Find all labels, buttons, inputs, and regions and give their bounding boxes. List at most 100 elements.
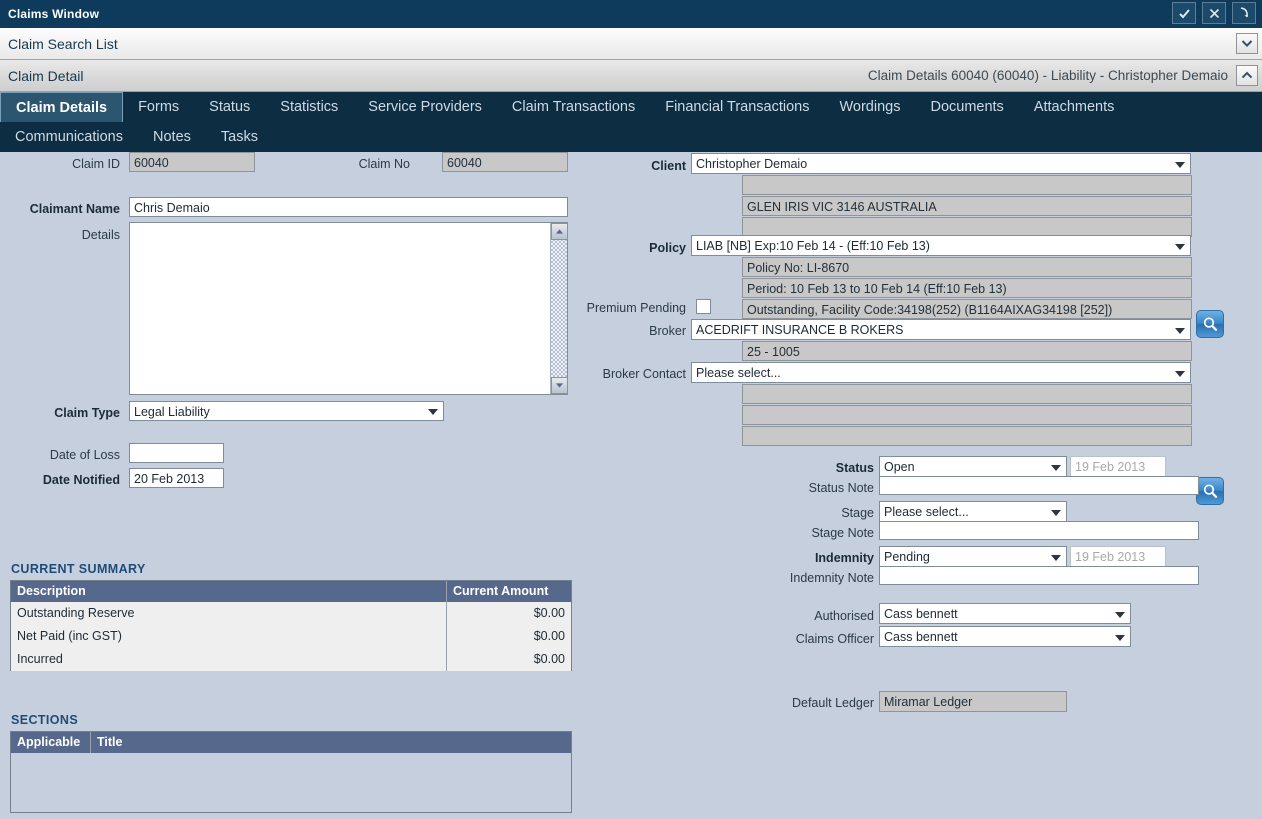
details-scrollbar[interactable]: [550, 223, 568, 394]
tab-communications[interactable]: Communications: [0, 122, 138, 152]
date-of-loss-field[interactable]: [129, 443, 224, 463]
tab-label: Claim Transactions: [511, 99, 636, 115]
claim-type-label: Claim Type: [54, 406, 120, 420]
current-summary-grid: Description Current Amount Outstanding R…: [10, 580, 572, 671]
sections-heading: SECTIONS: [11, 713, 79, 727]
undo-button[interactable]: [1232, 2, 1256, 24]
broker-contact-select[interactable]: Please select...: [691, 362, 1191, 383]
window-title: Claims Window: [8, 7, 100, 21]
tab-label: Notes: [153, 129, 191, 145]
status-select[interactable]: Open: [879, 456, 1067, 477]
cell-description: Outstanding Reserve: [17, 606, 135, 620]
cell-amount: $0.00: [446, 648, 571, 671]
close-button[interactable]: [1202, 2, 1226, 24]
claimant-name-field[interactable]: Chris Demaio: [129, 197, 568, 217]
chevron-down-icon[interactable]: [1236, 33, 1258, 54]
status-note-label: Status Note: [808, 481, 874, 495]
claim-type-select[interactable]: Legal Liability: [129, 401, 444, 421]
tab-label: Claim Details: [16, 99, 108, 116]
breadcrumb-claim-search-list[interactable]: Claim Search List: [0, 28, 1262, 60]
tab-tasks[interactable]: Tasks: [206, 122, 273, 152]
broker-code-field: 25 - 1005: [742, 341, 1192, 361]
chevron-down-icon: [1051, 464, 1061, 471]
breadcrumb-claim-detail[interactable]: Claim Detail Claim Details 60040 (60040)…: [0, 60, 1262, 92]
cell-description: Net Paid (inc GST): [17, 629, 122, 643]
claim-detail-summary: Claim Details 60040 (60040) - Liability …: [867, 68, 1228, 83]
authorised-label: Authorised: [814, 609, 874, 623]
confirm-button[interactable]: [1172, 2, 1196, 24]
tab-label: Statistics: [280, 99, 339, 115]
breadcrumb-search-list-label: Claim Search List: [8, 35, 118, 52]
status-note-field[interactable]: [879, 476, 1199, 495]
tab-attachments[interactable]: Attachments: [1019, 92, 1130, 122]
tab-notes[interactable]: Notes: [138, 122, 206, 152]
chevron-down-icon: [1115, 634, 1125, 641]
date-notified-label: Date Notified: [42, 473, 120, 487]
tab-claim-transactions[interactable]: Claim Transactions: [497, 92, 650, 122]
stage-note-field[interactable]: [879, 521, 1199, 540]
tab-forms[interactable]: Forms: [123, 92, 194, 122]
broker-contact-value: Please select...: [696, 366, 781, 380]
claim-id-label: Claim ID: [72, 157, 120, 171]
client-search-button[interactable]: [1196, 310, 1224, 338]
claim-no-field: 60040: [442, 152, 568, 172]
sections-header-row: Applicable Title: [11, 732, 571, 753]
client-address-line1: [742, 175, 1192, 195]
details-textarea[interactable]: [129, 222, 568, 395]
column-header-applicable[interactable]: Applicable: [11, 732, 90, 753]
status-label: Status: [835, 461, 874, 475]
chevron-down-icon: [428, 409, 438, 415]
client-select[interactable]: Christopher Demaio: [691, 153, 1191, 174]
tab-wordings[interactable]: Wordings: [824, 92, 915, 122]
tab-financial-transactions[interactable]: Financial Transactions: [650, 92, 824, 122]
sections-body-empty: [11, 753, 571, 812]
broker-search-button[interactable]: [1196, 477, 1224, 505]
indemnity-date-field: 19 Feb 2013: [1070, 546, 1166, 567]
stage-select[interactable]: Please select...: [879, 501, 1067, 522]
tab-status[interactable]: Status: [194, 92, 265, 122]
breadcrumb-detail-label: Claim Detail: [8, 67, 84, 84]
stage-label: Stage: [841, 506, 874, 520]
broker-select[interactable]: ACEDRIFT INSURANCE B ROKERS: [691, 319, 1191, 340]
cell-amount: $0.00: [446, 625, 571, 648]
policy-select[interactable]: LIAB [NB] Exp:10 Feb 14 - (Eff:10 Feb 13…: [691, 235, 1191, 256]
chevron-down-icon: [1051, 509, 1061, 516]
status-date-field: 19 Feb 2013: [1070, 456, 1166, 477]
column-header-title[interactable]: Title: [90, 732, 571, 753]
client-address-line2: GLEN IRIS VIC 3146 AUSTRALIA: [742, 196, 1192, 216]
column-header-current-amount[interactable]: Current Amount: [446, 581, 571, 602]
tab-service-providers[interactable]: Service Providers: [353, 92, 497, 122]
tab-statistics[interactable]: Statistics: [265, 92, 353, 122]
policy-label: Policy: [649, 241, 686, 255]
chevron-up-icon[interactable]: [1236, 65, 1258, 86]
current-summary-heading: CURRENT SUMMARY: [11, 562, 146, 576]
chevron-down-icon: [1175, 370, 1185, 377]
chevron-down-icon: [1175, 161, 1185, 168]
table-row[interactable]: Net Paid (inc GST) $0.00: [11, 625, 571, 648]
tab-strip: Claim Details Forms Status Statistics Se…: [0, 92, 1262, 152]
chevron-down-icon: [1175, 327, 1185, 334]
indemnity-select[interactable]: Pending: [879, 546, 1067, 567]
tab-label: Service Providers: [368, 99, 482, 115]
premium-pending-checkbox[interactable]: [696, 299, 711, 314]
authorised-select[interactable]: Cass bennett: [879, 603, 1131, 624]
claim-no-label: Claim No: [358, 157, 410, 171]
tab-claim-details[interactable]: Claim Details: [0, 92, 124, 122]
tab-label: Tasks: [220, 129, 258, 145]
tab-documents[interactable]: Documents: [915, 92, 1018, 122]
scroll-up-icon[interactable]: [551, 223, 568, 240]
details-label: Details: [81, 228, 120, 242]
indemnity-note-field[interactable]: [879, 566, 1199, 585]
date-notified-field[interactable]: 20 Feb 2013: [129, 468, 224, 488]
policy-value: LIAB [NB] Exp:10 Feb 14 - (Eff:10 Feb 13…: [696, 239, 930, 253]
tab-label: Status: [209, 99, 251, 115]
claims-officer-select[interactable]: Cass bennett: [879, 626, 1131, 647]
broker-label: Broker: [649, 324, 686, 338]
chevron-down-icon: [1115, 611, 1125, 618]
table-row[interactable]: Outstanding Reserve $0.00: [11, 602, 571, 625]
column-header-description[interactable]: Description: [11, 581, 446, 602]
table-row[interactable]: Incurred $0.00: [11, 648, 571, 671]
policy-period-field: Period: 10 Feb 13 to 10 Feb 14 (Eff:10 F…: [742, 278, 1192, 298]
chevron-down-icon: [1175, 243, 1185, 250]
scroll-down-icon[interactable]: [551, 377, 568, 394]
